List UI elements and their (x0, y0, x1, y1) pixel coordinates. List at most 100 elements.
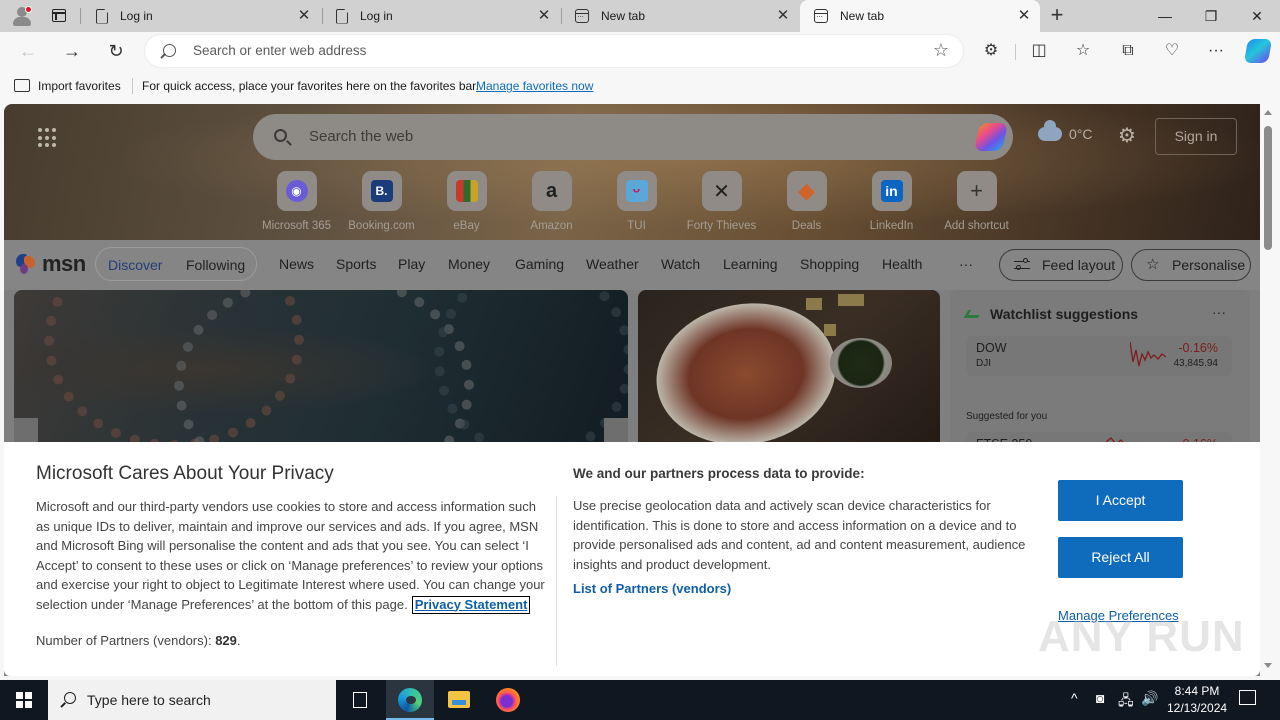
action-center-icon[interactable] (1239, 690, 1256, 705)
taskbar-file-explorer[interactable] (435, 680, 483, 720)
shortcut-amazon[interactable]: a Amazon (509, 171, 594, 232)
nav-play[interactable]: Play (398, 256, 425, 272)
nav-weather[interactable]: Weather (586, 256, 639, 272)
add-shortcut-button[interactable]: + Add shortcut (934, 171, 1019, 232)
taskbar-edge[interactable] (386, 680, 434, 720)
shortcut-ebay[interactable]: ▆ eBay (424, 171, 509, 232)
add-favorite-star-icon[interactable]: ☆ (933, 40, 949, 61)
nav-learning[interactable]: Learning (723, 256, 778, 272)
stock-row-dow[interactable]: DOW DJI -0.16% 43,845.94 (966, 336, 1232, 376)
stock-change: -0.16% (1178, 341, 1218, 355)
manage-favorites-link[interactable]: Manage favorites now (476, 79, 593, 93)
web-search-box[interactable]: Search the web (253, 114, 1013, 160)
dna-helix-decor (434, 290, 628, 450)
minimize-button[interactable]: — (1142, 0, 1188, 32)
address-placeholder: Search or enter web address (193, 43, 367, 58)
close-tab-icon[interactable]: ✕ (1014, 6, 1034, 26)
start-button-windows-icon[interactable] (16, 692, 32, 708)
app-launcher-icon[interactable] (38, 128, 58, 148)
page-settings-gear-icon[interactable]: ⚙ (1116, 125, 1138, 147)
reject-all-button[interactable]: Reject All (1058, 537, 1183, 578)
nav-money[interactable]: Money (448, 256, 490, 272)
partners-suffix: . (236, 633, 241, 648)
tab-new-tab-1[interactable]: New tab ✕ (561, 0, 799, 32)
tab-following[interactable]: Following (186, 257, 245, 273)
scroll-down-arrow-icon[interactable] (1264, 663, 1272, 668)
msn-logo[interactable]: msn (16, 251, 86, 277)
personalise-button[interactable]: ☆ Personalise (1131, 249, 1251, 281)
restore-button[interactable]: ❐ (1188, 0, 1234, 32)
dna-helix-decor (174, 290, 474, 450)
page-scrollbar[interactable] (1260, 104, 1280, 676)
watchlist-more-icon[interactable]: ··· (1212, 304, 1226, 320)
search-icon (64, 692, 76, 704)
accept-button[interactable]: I Accept (1058, 480, 1183, 521)
scroll-up-arrow-icon[interactable] (1264, 110, 1272, 115)
address-bar[interactable]: Search or enter web address ☆ (145, 35, 963, 67)
feed-layout-button[interactable]: Feed layout (999, 249, 1123, 281)
settings-and-more-icon[interactable]: ··· (1204, 39, 1228, 63)
privacy-statement-link[interactable]: Privacy Statement (411, 595, 531, 614)
show-hidden-icons-chevron-icon[interactable]: ^ (1071, 690, 1078, 706)
meet-now-icon[interactable]: ◙ (1096, 690, 1104, 706)
new-tab-button[interactable]: + (1046, 4, 1068, 27)
close-tab-icon[interactable]: ✕ (773, 6, 793, 26)
volume-icon[interactable]: 🔊 (1141, 690, 1158, 707)
tab-actions-icon (52, 9, 66, 22)
tab-log-in-2[interactable]: Log in ✕ (322, 0, 560, 32)
shortcut-linkedin[interactable]: in LinkedIn (849, 171, 934, 232)
forward-button[interactable]: → (60, 39, 84, 63)
weather-widget[interactable]: 0°C (1038, 120, 1093, 142)
clock-time: 8:44 PM (1174, 684, 1220, 698)
nav-more-icon[interactable]: ··· (959, 256, 973, 272)
shortcut-microsoft-365[interactable]: ◉ Microsoft 365 (254, 171, 339, 232)
consent-body: Microsoft and our third-party vendors us… (36, 497, 546, 614)
tab-actions-button[interactable] (50, 7, 68, 25)
shortcut-deals[interactable]: ◆ Deals (764, 171, 849, 232)
nav-shopping[interactable]: Shopping (800, 256, 859, 272)
taskbar-firefox[interactable] (484, 680, 532, 720)
sign-in-button[interactable]: Sign in (1155, 118, 1237, 155)
shortcut-booking[interactable]: B. Booking.com (339, 171, 424, 232)
taskbar-search-box[interactable]: Type here to search (48, 680, 336, 720)
nav-watch[interactable]: Watch (661, 256, 700, 272)
list-of-partners-link[interactable]: List of Partners (vendors) (573, 581, 731, 596)
nav-news[interactable]: News (279, 256, 314, 272)
nav-health[interactable]: Health (882, 256, 922, 272)
shortcut-label: TUI (627, 220, 646, 232)
tab-discover[interactable]: Discover (108, 257, 162, 273)
extensions-icon[interactable]: ⚙ (979, 39, 1003, 63)
close-window-button[interactable]: ✕ (1234, 0, 1280, 32)
amazon-icon: a (545, 179, 558, 202)
shortcut-forty-thieves[interactable]: ✕ Forty Thieves (679, 171, 764, 232)
profile-avatar[interactable] (10, 4, 34, 28)
tab-label: New tab (840, 9, 885, 23)
ebay-bag-icon: ▆ (455, 180, 478, 202)
copilot-search-icon[interactable] (974, 123, 1008, 151)
page-icon (96, 8, 108, 24)
stock-sparkline (1130, 341, 1166, 367)
privacy-consent-dialog: Microsoft Cares About Your Privacy Micro… (4, 442, 1260, 676)
nav-gaming[interactable]: Gaming (515, 256, 564, 272)
new-tab-hero: Search the web 0°C ⚙ Sign in ◉ Microsoft… (4, 104, 1260, 240)
close-tab-icon[interactable]: ✕ (294, 6, 314, 26)
food-article-card[interactable] (638, 290, 940, 450)
tab-log-in-1[interactable]: Log in ✕ (82, 0, 320, 32)
import-favorites-button[interactable]: Import favorites (38, 79, 121, 93)
back-button[interactable]: ← (16, 39, 40, 63)
refresh-button[interactable]: ↻ (104, 39, 128, 63)
favorites-bar: Import favorites For quick access, place… (0, 70, 1280, 102)
dna-article-card[interactable] (14, 290, 628, 450)
split-screen-icon[interactable]: ◫ (1027, 39, 1051, 63)
tab-new-tab-active[interactable]: New tab ✕ (800, 0, 1040, 32)
browser-essentials-icon[interactable]: ♡ (1160, 39, 1184, 63)
nav-sports[interactable]: Sports (336, 256, 376, 272)
network-icon[interactable]: 🖧 (1118, 690, 1134, 714)
scrollbar-thumb[interactable] (1264, 126, 1272, 250)
task-view-button[interactable] (336, 680, 384, 720)
shortcut-tui[interactable]: ᵕ TUI (594, 171, 679, 232)
taskbar-clock[interactable]: 8:44 PM 12/13/2024 (1167, 683, 1227, 717)
favorites-icon[interactable]: ☆ (1071, 39, 1095, 63)
collections-icon[interactable]: ⧉ (1116, 39, 1140, 63)
close-tab-icon[interactable]: ✕ (534, 6, 554, 26)
